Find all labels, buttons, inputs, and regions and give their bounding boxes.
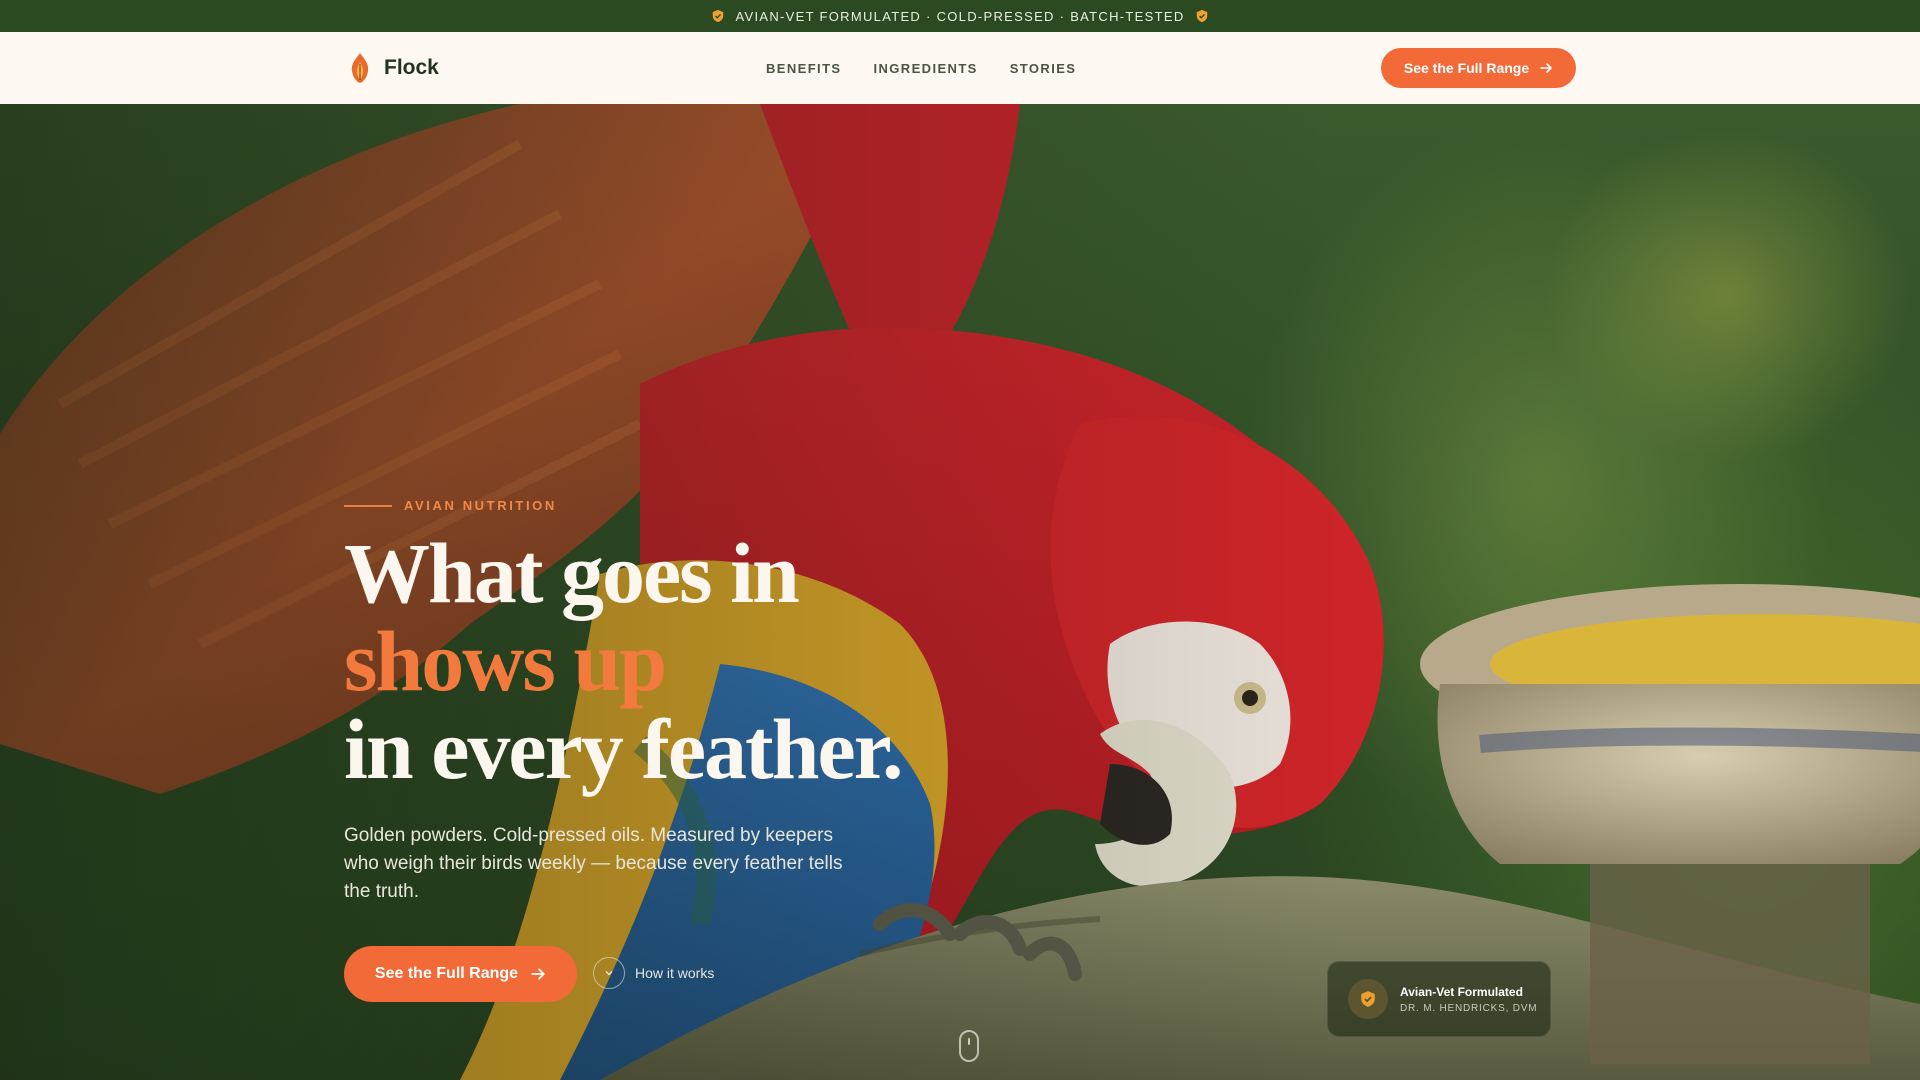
hero-section: AVIAN NUTRITION What goes in shows up in… bbox=[0, 104, 1920, 1080]
nav-link-benefits[interactable]: BENEFITS bbox=[766, 61, 841, 76]
arrow-right-icon bbox=[1540, 63, 1553, 73]
main-nav: Flock BENEFITS INGREDIENTS STORIES See t… bbox=[0, 32, 1920, 104]
badge-subtitle: DR. M. HENDRICKS, DVM bbox=[1400, 1002, 1538, 1014]
hero-headline: What goes in shows up in every feather. bbox=[344, 525, 903, 797]
hero-eyebrow: AVIAN NUTRITION bbox=[344, 498, 557, 513]
eyebrow-rule bbox=[344, 504, 392, 507]
how-it-works-label: How it works bbox=[635, 965, 715, 981]
nav-cta-button[interactable]: See the Full Range bbox=[1381, 48, 1576, 88]
nav-link-stories[interactable]: STORIES bbox=[1010, 61, 1077, 76]
badge-title: Avian-Vet Formulated bbox=[1400, 984, 1523, 999]
hero-cta-button[interactable]: See the Full Range bbox=[344, 946, 577, 1002]
scroll-mouse-icon[interactable] bbox=[959, 1030, 979, 1062]
hero-cta-label: See the Full Range bbox=[374, 965, 519, 982]
shield-icon bbox=[1196, 9, 1207, 23]
headline-line-2: shows up bbox=[344, 613, 667, 709]
flame-feather-icon bbox=[351, 53, 369, 83]
how-it-works-link[interactable]: How it works bbox=[593, 957, 714, 989]
hero-subtext: Golden powders. Cold-pressed oils. Measu… bbox=[344, 825, 843, 902]
nav-cta-label: See the Full Range bbox=[1403, 60, 1530, 76]
arrow-right-icon bbox=[531, 968, 546, 980]
hero-overlay bbox=[0, 104, 1920, 1080]
headline-line-1: What goes in bbox=[344, 525, 800, 621]
vet-badge: Avian-Vet Formulated DR. M. HENDRICKS, D… bbox=[1327, 961, 1551, 1037]
nav-link-ingredients[interactable]: INGREDIENTS bbox=[873, 61, 977, 76]
brand[interactable]: Flock bbox=[350, 52, 439, 84]
headline-line-3: in every feather. bbox=[344, 701, 903, 797]
eyebrow-label: AVIAN NUTRITION bbox=[404, 498, 557, 513]
shield-icon bbox=[713, 9, 724, 23]
chevron-down-icon bbox=[593, 957, 625, 989]
announcement-text: AVIAN-VET FORMULATED · COLD-PRESSED · BA… bbox=[735, 8, 1185, 24]
brand-name: Flock bbox=[384, 56, 439, 79]
nav-links: BENEFITS INGREDIENTS STORIES bbox=[766, 32, 1076, 104]
shield-icon bbox=[1348, 979, 1388, 1019]
announcement-bar: AVIAN-VET FORMULATED · COLD-PRESSED · BA… bbox=[0, 0, 1920, 32]
